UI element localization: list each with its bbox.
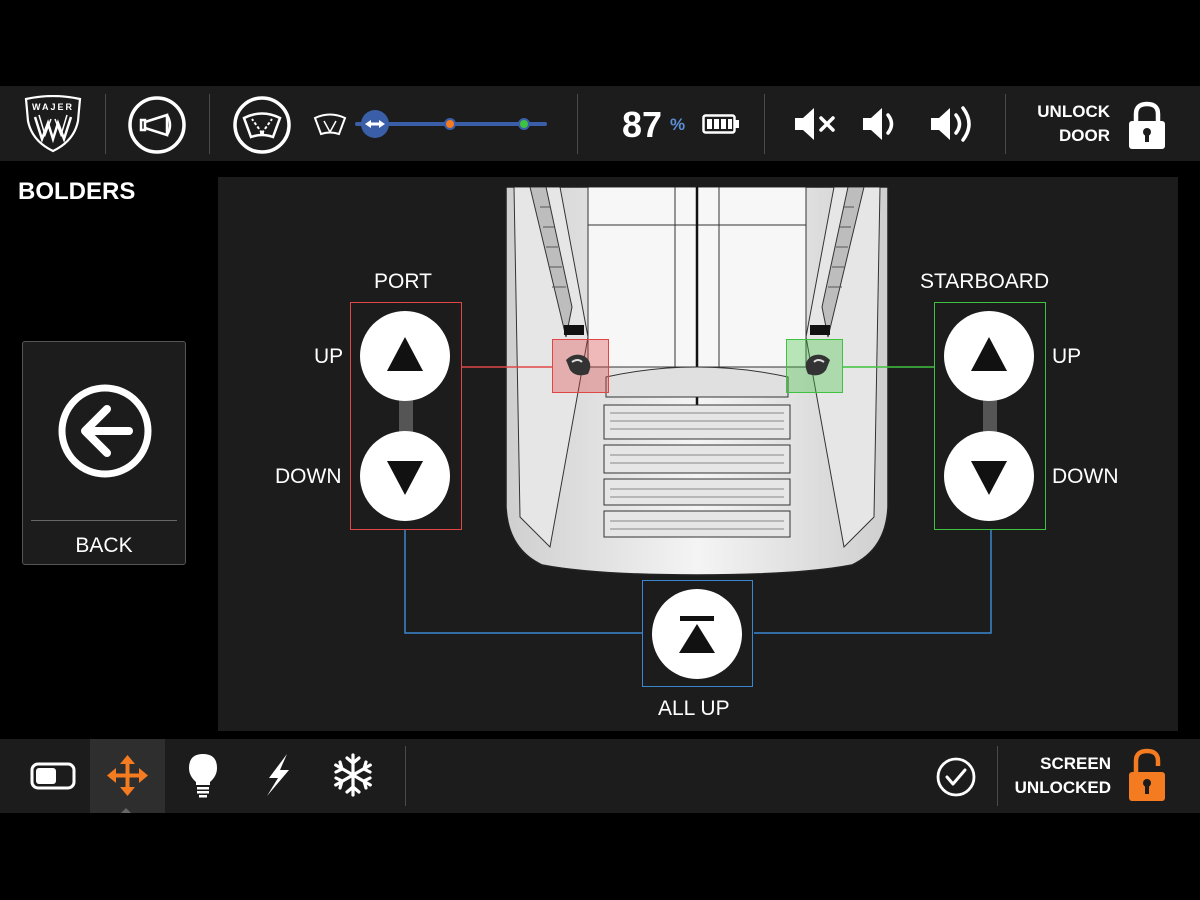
- port-title: PORT: [374, 270, 432, 293]
- arrow-left-icon: [58, 384, 152, 478]
- unlock-door-label-2: DOOR: [1059, 126, 1110, 145]
- active-mode-indicator: [121, 808, 131, 813]
- triangle-down-icon: [387, 461, 423, 495]
- volume-high-button[interactable]: [928, 100, 980, 148]
- triangle-down-icon: [971, 461, 1007, 495]
- back-label: BACK: [75, 534, 133, 557]
- wajer-logo: WAJER: [22, 94, 84, 153]
- screen-lock-label-2: UNLOCKED: [1014, 778, 1111, 797]
- mute-button[interactable]: [792, 104, 838, 144]
- wiper-button[interactable]: [232, 95, 292, 155]
- toggle-switch-icon: [30, 762, 76, 790]
- checkmark-circle-icon: [936, 757, 976, 797]
- starboard-down-button[interactable]: [944, 431, 1034, 521]
- speaker-mute-icon: [795, 108, 835, 140]
- starboard-button-connector: [983, 400, 997, 434]
- all-up-button[interactable]: [652, 589, 742, 679]
- horn-icon: [128, 96, 186, 154]
- triangle-up-icon: [387, 337, 423, 371]
- confirm-button[interactable]: [935, 756, 977, 798]
- light-bulb-icon: [189, 754, 217, 798]
- port-up-button[interactable]: [360, 311, 450, 401]
- toggle-mode-button[interactable]: [30, 762, 76, 790]
- lights-mode-button[interactable]: [186, 752, 220, 798]
- lock-closed-icon: [1129, 101, 1165, 149]
- climate-mode-button[interactable]: [330, 752, 376, 798]
- slider-stop-high[interactable]: [518, 118, 530, 130]
- wiper-speed-slider[interactable]: [355, 108, 547, 140]
- windshield-wiper-icon: [233, 96, 291, 154]
- port-button-connector: [399, 400, 413, 434]
- logo-text: WAJER: [32, 102, 74, 112]
- port-down-label: DOWN: [275, 465, 342, 488]
- port-bollard-marker: [552, 339, 609, 393]
- unlock-door-button[interactable]: UNLOCK DOOR: [1020, 100, 1170, 152]
- starboard-title: STARBOARD: [920, 270, 1050, 293]
- starboard-bollard-marker: [786, 339, 843, 393]
- speaker-high-icon: [931, 106, 971, 142]
- slider-stop-medium[interactable]: [444, 118, 456, 130]
- volume-low-button[interactable]: [860, 104, 902, 144]
- page-title: BOLDERS: [18, 178, 136, 205]
- bolders-mode-button[interactable]: [105, 753, 150, 798]
- power-mode-button[interactable]: [261, 752, 295, 798]
- divider: [405, 746, 406, 806]
- starboard-up-label: UP: [1052, 345, 1082, 368]
- lightning-bolt-icon: [267, 754, 289, 796]
- port-up-label: UP: [314, 345, 344, 368]
- bollard-icon: [805, 354, 830, 376]
- battery-percent: 87: [622, 104, 663, 145]
- divider: [209, 94, 210, 154]
- lock-open-icon: [1129, 748, 1165, 801]
- all-up-label: ALL UP: [658, 697, 730, 720]
- speaker-low-icon: [863, 108, 894, 140]
- port-down-button[interactable]: [360, 431, 450, 521]
- starboard-down-label: DOWN: [1052, 465, 1119, 488]
- divider: [1005, 94, 1006, 154]
- unlock-door-label-1: UNLOCK: [1037, 102, 1110, 121]
- horn-button[interactable]: [127, 95, 187, 155]
- divider: [105, 94, 106, 154]
- back-button[interactable]: BACK: [22, 341, 186, 565]
- bollard-icon: [566, 354, 591, 376]
- starboard-up-button[interactable]: [944, 311, 1034, 401]
- screen-lock-button[interactable]: SCREEN UNLOCKED: [1008, 748, 1170, 804]
- slider-handle[interactable]: [361, 110, 389, 138]
- back-divider: [31, 520, 177, 521]
- snowflake-icon: [334, 753, 372, 797]
- raise-all-icon: [679, 616, 715, 653]
- screen-lock-label-1: SCREEN: [1040, 754, 1111, 773]
- divider: [997, 746, 998, 806]
- battery-icon: [702, 112, 740, 136]
- battery-unit: %: [670, 115, 686, 134]
- wiper-small-icon: [312, 110, 348, 138]
- move-arrows-icon: [107, 755, 148, 796]
- triangle-up-icon: [971, 337, 1007, 371]
- divider: [577, 94, 578, 154]
- divider: [764, 94, 765, 154]
